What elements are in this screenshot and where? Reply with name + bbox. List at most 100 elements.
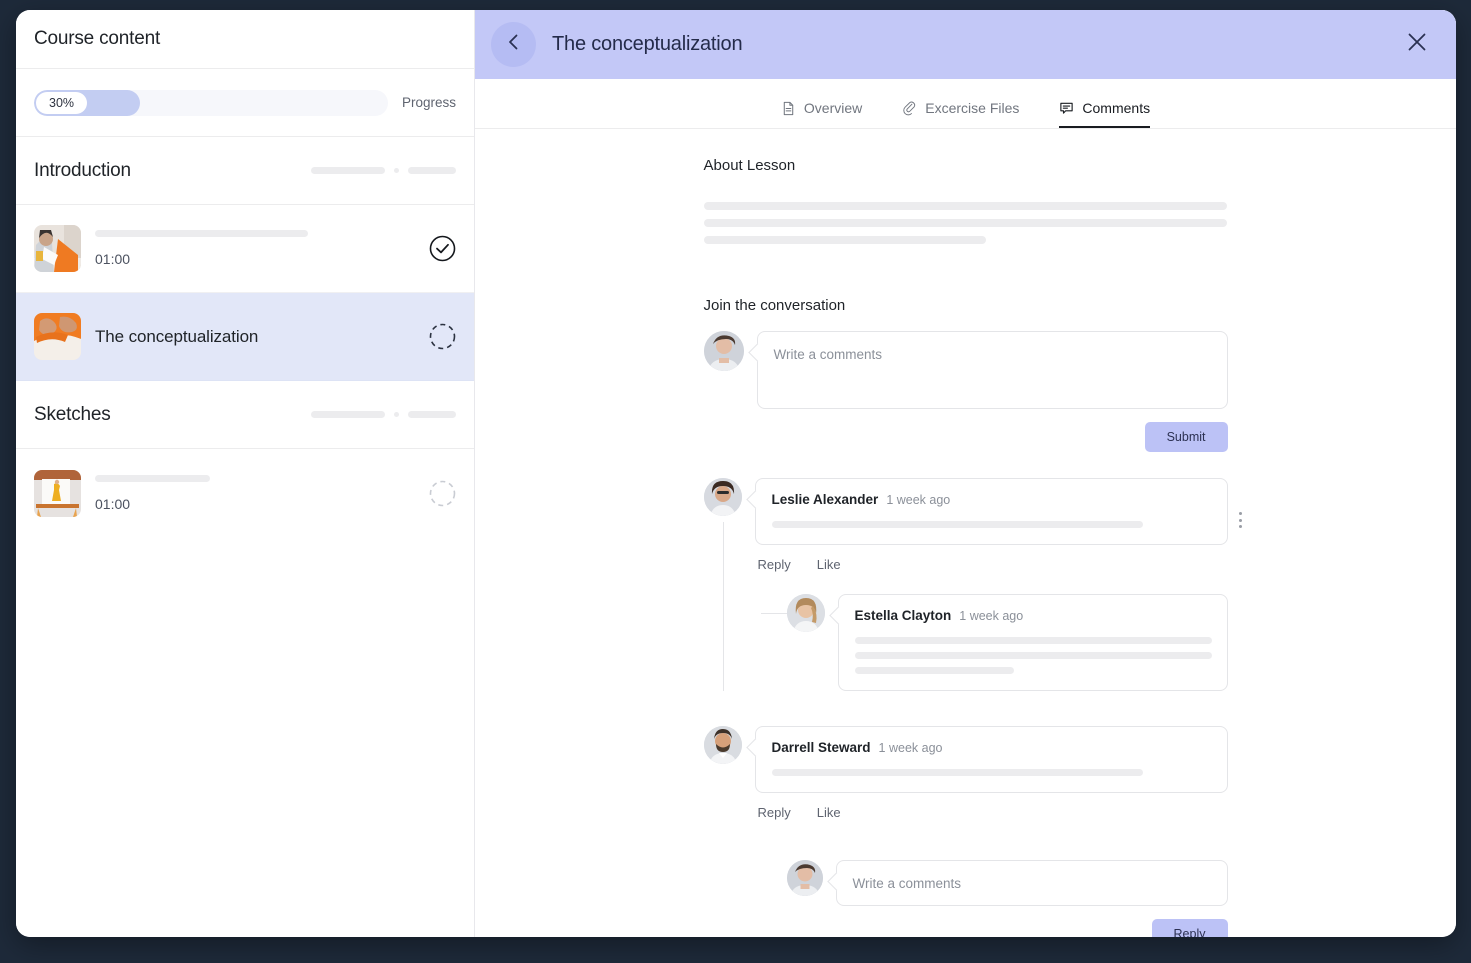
meta-skeleton-bar [311,167,385,174]
comment-placeholder: Write a comments [773,347,883,362]
reply-action[interactable]: Reply [758,557,791,572]
chevron-left-icon [504,32,524,57]
reply-action[interactable]: Reply [758,805,791,820]
reply-text-skeleton [854,667,1014,674]
comment-timestamp: 1 week ago [886,493,951,507]
comment-bubble: Darrell Steward 1 week ago [754,726,1228,793]
lesson-item[interactable]: 01:00 [16,205,474,293]
reply-compose-inner: Write a comments [786,860,1228,906]
comment-icon [1059,101,1074,116]
lesson-status-completed-icon[interactable] [429,235,456,262]
sidebar-header: Course content [16,10,474,69]
tab-label: Overview [803,100,863,116]
comment-reply-item: Estella Clayton 1 week ago [760,594,1228,691]
app-window: Course content 30% Progress Introduction [16,10,1456,937]
lesson-title: The conceptualization [95,326,259,346]
reply-connector-line [760,613,787,614]
tab-excercise-files[interactable]: Excercise Files [902,100,1019,128]
section-header-sketches[interactable]: Sketches [16,381,474,449]
reply-placeholder: Write a comments [852,875,962,891]
about-text-skeleton [703,202,1227,210]
back-button[interactable] [491,22,536,67]
lesson-item[interactable]: 01:00 [16,449,474,537]
lesson-title-skeleton [95,474,210,482]
lesson-status-pending-icon[interactable] [429,480,456,507]
reply-button-row: Reply [787,919,1228,937]
comment-item: Leslie Alexander 1 week ago Reply Like E… [703,478,1242,691]
reply-text-skeleton [854,637,1212,644]
avatar-current-user [786,860,823,896]
tab-label: Comments [1082,100,1151,116]
meta-dot [394,168,399,173]
comment-compose-bubble: Write a comments [756,331,1228,409]
reply-author: Estella Clayton [854,608,952,623]
course-content-sidebar: Course content 30% Progress Introduction [16,10,475,937]
comment-compose-row: Write a comments [703,331,1228,409]
lesson-body: The conceptualization [95,327,415,347]
avatar-darrell-steward [703,726,742,764]
reply-header: Estella Clayton 1 week ago [839,595,1227,623]
sidebar-title: Course content [34,28,161,49]
lesson-topbar: The conceptualization [475,10,1456,79]
kebab-menu-icon[interactable] [1233,509,1249,531]
reply-button[interactable]: Reply [1151,919,1228,937]
tab-comments[interactable]: Comments [1059,100,1151,128]
lesson-status-pending-icon[interactable] [429,323,456,350]
avatar-current-user [703,331,744,371]
comment-content: Darrell Steward 1 week ago Reply Like Wr… [742,726,1228,937]
meta-skeleton-bar [408,167,456,174]
submit-row: Submit [704,422,1228,452]
about-text-skeleton [703,236,986,244]
page-title: The conceptualization [552,33,743,55]
document-icon [781,101,796,116]
close-button[interactable] [1400,28,1434,62]
section-title: Introduction [34,159,131,181]
lesson-detail-panel: The conceptualization Overview Excercise… [475,10,1456,937]
reply-row: Estella Clayton 1 week ago [786,594,1228,691]
about-lesson-heading: About Lesson [703,157,796,174]
lesson-thumbnail-sketch-board [34,469,81,517]
progress-value: 30% [36,91,88,114]
comment-content: Leslie Alexander 1 week ago Reply Like E… [742,478,1242,691]
reply-text-skeleton [854,652,1212,659]
lesson-thumbnail-hands-fabric [34,313,81,360]
comment-actions: Reply Like [758,805,1228,820]
reply-compose-row: Write a comments Reply [786,860,1228,937]
section-header-introduction[interactable]: Introduction [16,137,474,205]
lesson-body: 01:00 [95,474,415,512]
like-action[interactable]: Like [817,557,841,572]
reply-input[interactable]: Write a comments [837,861,1227,905]
like-action[interactable]: Like [817,805,841,820]
comment-text-skeleton [771,521,1143,528]
meta-skeleton-bar [408,411,456,418]
lesson-thumbnail-woman-sewing [34,225,81,272]
progress-bar: 30% [34,89,388,116]
course-progress-row: 30% Progress [16,69,474,137]
comment-author: Darrell Steward [771,740,871,755]
comment-actions: Reply Like [758,557,1228,572]
comment-text [756,507,1227,544]
comment-thread: Leslie Alexander 1 week ago Reply Like E… [703,478,1242,691]
lesson-item-the-conceptualization[interactable]: The conceptualization [16,293,474,381]
reply-content: Estella Clayton 1 week ago [825,594,1228,691]
lesson-duration: 01:00 [95,495,131,512]
avatar-estella-clayton [786,594,825,632]
comment-text-skeleton [771,769,1143,776]
comment-thread: Darrell Steward 1 week ago Reply Like Wr… [703,726,1228,937]
close-icon [1405,30,1429,59]
comment-text [756,755,1227,792]
comment-header: Leslie Alexander 1 week ago [756,479,1227,507]
comment-header: Darrell Steward 1 week ago [756,727,1227,755]
comment-timestamp: 1 week ago [878,741,943,755]
tab-overview[interactable]: Overview [781,100,862,128]
submit-button[interactable]: Submit [1144,422,1228,452]
lesson-content-scroll[interactable]: About Lesson Join the conversation Write… [475,129,1456,937]
progress-label: Progress [401,95,456,110]
reply-timestamp: 1 week ago [959,609,1024,623]
section-title: Sketches [34,403,111,425]
lesson-tabs: Overview Excercise Files Comments [475,79,1456,129]
lesson-title-skeleton [95,230,308,237]
lesson-body: 01:00 [95,230,415,267]
comment-textarea[interactable]: Write a comments [758,332,1227,408]
reply-bubble: Estella Clayton 1 week ago [837,594,1228,691]
